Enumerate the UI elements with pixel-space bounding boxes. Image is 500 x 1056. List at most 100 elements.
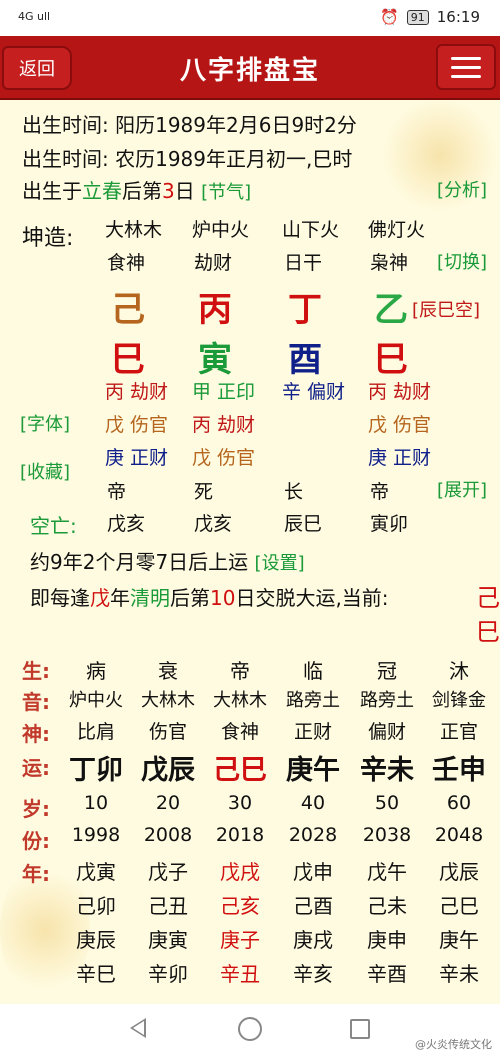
nayin-cell: 大林木 bbox=[105, 219, 163, 241]
age-cell: 30 bbox=[227, 792, 253, 814]
shen-cell: 比肩 bbox=[76, 721, 115, 743]
liunian-cell: 辛酉 bbox=[367, 962, 407, 986]
lunar-birth-time: 出生时间: 农历1989年正月初一,巳时 bbox=[22, 147, 353, 171]
branch-cell: 巳 bbox=[374, 340, 408, 380]
shishen-cell: 劫财 bbox=[194, 252, 233, 274]
kongwang-cell: 戊亥 bbox=[107, 513, 146, 535]
age-cell: 20 bbox=[155, 792, 181, 814]
hidden-stem-cell: 辛 偏财 bbox=[282, 381, 346, 403]
hamburger-icon bbox=[451, 56, 481, 60]
liunian-cell: 己未 bbox=[367, 894, 407, 918]
status-bar: 4G ull ⏰ 91 16:19 bbox=[0, 0, 500, 36]
hidden-stem-cell: 丙 劫财 bbox=[192, 414, 256, 436]
stem-cell: 己 bbox=[111, 290, 145, 330]
signal-indicator: 4G ull bbox=[18, 10, 51, 23]
nav-home-icon[interactable] bbox=[238, 1017, 262, 1041]
hidden-stem-cell: 丙 劫财 bbox=[105, 381, 169, 403]
liunian-cell: 己卯 bbox=[76, 894, 116, 918]
sheng-cell: 冠 bbox=[377, 659, 397, 683]
nav-back-icon[interactable] bbox=[130, 1018, 146, 1038]
shishen-cell: 日干 bbox=[284, 252, 323, 274]
watermark: @火炎传统文化 bbox=[415, 1038, 492, 1051]
liunian-cell: 辛丑 bbox=[220, 962, 260, 986]
shen-cell: 正官 bbox=[439, 721, 478, 743]
solar-birth-time: 出生时间: 阳历1989年2月6日9时2分 bbox=[22, 113, 357, 137]
liunian-cell: 辛巳 bbox=[76, 962, 116, 986]
liunian-cell: 戊午 bbox=[367, 860, 407, 884]
changsheng-cell: 帝 bbox=[370, 481, 390, 503]
liunian-cell: 戊戌 bbox=[220, 860, 260, 884]
branch-cell: 酉 bbox=[288, 340, 322, 380]
shen-cell: 伤官 bbox=[148, 721, 187, 743]
year-cell: 2048 bbox=[434, 824, 484, 846]
yin-cell: 路旁土 bbox=[360, 690, 414, 711]
dayun-cell: 己巳 bbox=[213, 755, 267, 786]
current-luck-stem: 己 bbox=[476, 584, 500, 612]
settings-link[interactable]: [设置] bbox=[255, 553, 305, 574]
jieqi-term: 立春 bbox=[82, 179, 122, 203]
stem-cell: 乙 bbox=[374, 290, 408, 330]
kongwang-label: 空亡: bbox=[30, 514, 77, 538]
nayin-cell: 佛灯火 bbox=[368, 219, 426, 241]
stem-cell: 丁 bbox=[288, 290, 322, 330]
analyze-link[interactable]: [分析] bbox=[437, 176, 487, 202]
dayun-row-label: 年: bbox=[22, 862, 50, 886]
dayun-cell: 戊辰 bbox=[141, 755, 195, 786]
liunian-cell: 戊寅 bbox=[76, 860, 116, 884]
liunian-cell: 戊子 bbox=[148, 860, 188, 884]
yin-cell: 路旁土 bbox=[286, 690, 340, 711]
collect-link[interactable]: [收藏] bbox=[20, 458, 70, 484]
shen-cell: 偏财 bbox=[367, 721, 406, 743]
sheng-cell: 衰 bbox=[158, 659, 178, 683]
liunian-cell: 庚寅 bbox=[148, 928, 188, 952]
jieqi-line: 出生于立春后第3日 [节气] bbox=[22, 179, 252, 203]
menu-button[interactable] bbox=[436, 44, 496, 90]
hidden-stem-cell: 甲 正印 bbox=[192, 381, 256, 403]
year-cell: 2038 bbox=[362, 824, 412, 846]
yin-cell: 剑锋金 bbox=[432, 690, 486, 711]
nav-recent-icon[interactable] bbox=[350, 1019, 370, 1039]
status-right: ⏰ 91 16:19 bbox=[380, 8, 480, 26]
liunian-cell: 庚辰 bbox=[76, 928, 116, 952]
alarm-icon: ⏰ bbox=[380, 8, 399, 26]
year-cell: 1998 bbox=[71, 824, 121, 846]
shen-cell: 食神 bbox=[220, 721, 259, 743]
year-cell: 2018 bbox=[215, 824, 265, 846]
hidden-stem-cell: 戊 伤官 bbox=[368, 414, 432, 436]
hidden-stem-cell: 庚 正财 bbox=[105, 447, 169, 469]
kongwang-cell: 寅卯 bbox=[370, 513, 409, 535]
liunian-cell: 戊辰 bbox=[439, 860, 479, 884]
shishen-cell: 枭神 bbox=[370, 252, 409, 274]
year-cell: 2028 bbox=[288, 824, 338, 846]
liunian-cell: 辛卯 bbox=[148, 962, 188, 986]
hidden-stem-cell: 戊 伤官 bbox=[192, 447, 256, 469]
switch-link[interactable]: [切换] bbox=[437, 248, 487, 274]
kong-link[interactable]: [辰巳空] bbox=[412, 296, 480, 322]
sheng-cell: 帝 bbox=[230, 659, 250, 683]
expand-link[interactable]: [展开] bbox=[437, 476, 487, 502]
changsheng-cell: 长 bbox=[284, 481, 304, 503]
age-cell: 40 bbox=[300, 792, 326, 814]
yin-cell: 大林木 bbox=[141, 690, 195, 711]
liunian-cell: 庚子 bbox=[220, 928, 260, 952]
dayun-row-label: 份: bbox=[22, 829, 50, 853]
liunian-cell: 辛未 bbox=[439, 962, 479, 986]
age-cell: 50 bbox=[374, 792, 400, 814]
back-button[interactable]: 返回 bbox=[2, 46, 72, 90]
liunian-cell: 己酉 bbox=[293, 894, 333, 918]
dayun-row-label: 音: bbox=[22, 690, 50, 714]
liunian-cell: 庚申 bbox=[367, 928, 407, 952]
year-cell: 2008 bbox=[143, 824, 193, 846]
branch-cell: 巳 bbox=[111, 340, 145, 380]
sheng-cell: 临 bbox=[303, 659, 323, 683]
liunian-cell: 己亥 bbox=[220, 894, 260, 918]
liunian-cell: 辛亥 bbox=[293, 962, 333, 986]
luck-rule: 即每逢戊年清明后第10日交脱大运,当前: bbox=[30, 586, 389, 610]
dayun-row-label: 神: bbox=[22, 722, 50, 746]
dayun-cell: 辛未 bbox=[360, 755, 414, 786]
kongwang-cell: 戊亥 bbox=[194, 513, 233, 535]
app-title: 八字排盘宝 bbox=[179, 56, 320, 86]
jieqi-link[interactable]: [节气] bbox=[201, 182, 251, 203]
font-link[interactable]: [字体] bbox=[20, 410, 70, 436]
dayun-row-label: 岁: bbox=[22, 797, 50, 821]
